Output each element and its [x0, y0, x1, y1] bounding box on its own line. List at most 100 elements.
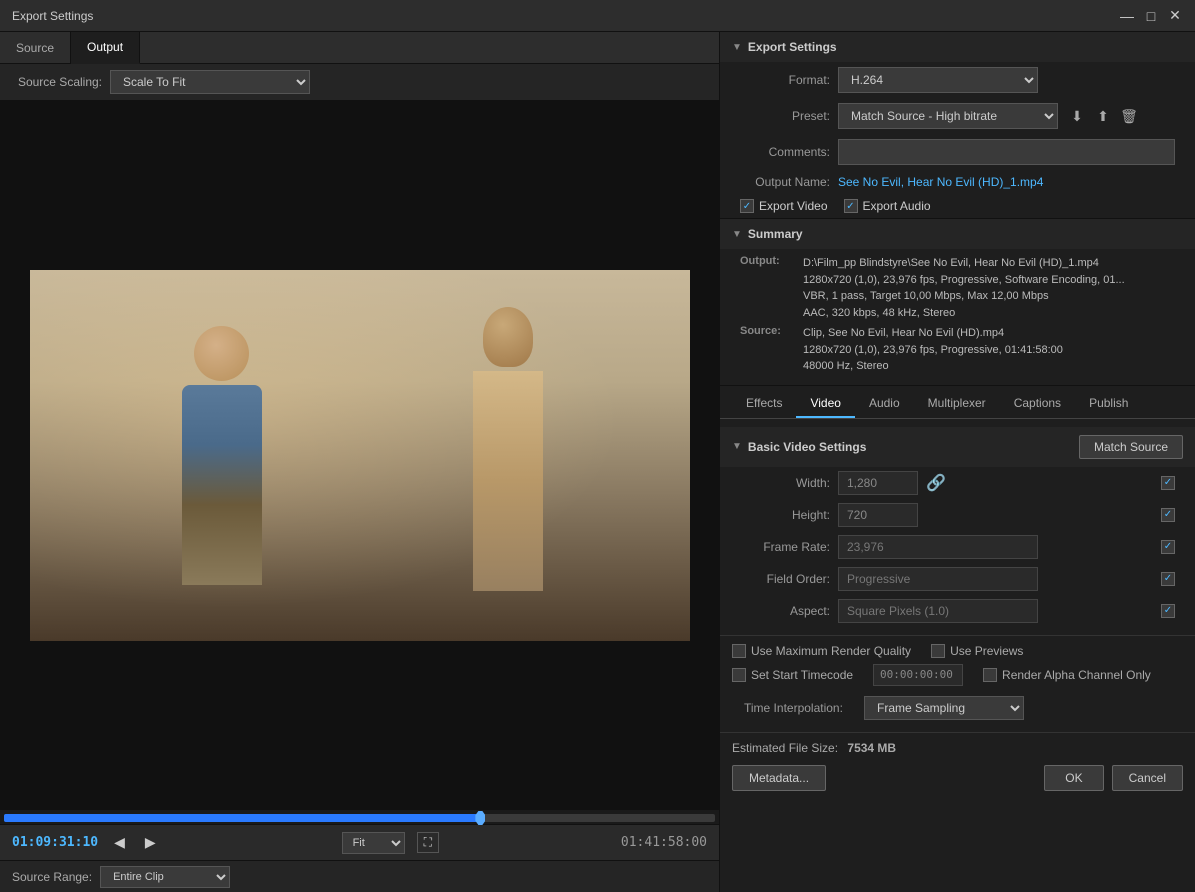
close-button[interactable]: ✕ — [1167, 8, 1183, 24]
progress-bar-container[interactable] — [0, 810, 719, 824]
metadata-button[interactable]: Metadata... — [732, 765, 826, 791]
bottom-bar: Estimated File Size: 7534 MB Metadata...… — [720, 732, 1195, 799]
set-start-timecode-item[interactable]: Set Start Timecode — [732, 668, 853, 682]
aspect-checkbox[interactable] — [1161, 604, 1175, 618]
tab-effects[interactable]: Effects — [732, 390, 796, 418]
left-panel: Source Output Source Scaling: Scale To F… — [0, 32, 720, 892]
preset-save-btn[interactable]: ⬇ — [1066, 105, 1088, 127]
output-name-label: Output Name: — [740, 175, 830, 189]
render-alpha-label: Render Alpha Channel Only — [1002, 668, 1151, 682]
export-settings-section: ▼ Export Settings Format: H.264 Preset: … — [720, 32, 1195, 219]
tab-output[interactable]: Output — [71, 32, 140, 64]
ok-button[interactable]: OK — [1044, 765, 1103, 791]
preset-delete-btn[interactable]: 🗑 — [1118, 105, 1140, 127]
source-scaling-label: Source Scaling: — [12, 75, 102, 89]
scene-overlay — [30, 270, 690, 641]
preset-import-btn[interactable]: ⬆ — [1092, 105, 1114, 127]
tab-source[interactable]: Source — [0, 32, 71, 64]
max-render-quality-checkbox[interactable] — [732, 644, 746, 658]
field-order-input[interactable] — [838, 567, 1038, 591]
collapse-arrow-summary: ▼ — [732, 229, 742, 240]
export-audio-checkbox[interactable] — [844, 199, 858, 213]
field-order-row: Field Order: — [720, 563, 1195, 595]
fit-select[interactable]: Fit25%50%75%100% — [342, 832, 405, 854]
figure-right-head — [483, 307, 533, 367]
preset-select[interactable]: Match Source - High bitrate — [838, 103, 1058, 129]
format-select[interactable]: H.264 — [838, 67, 1038, 93]
render-alpha-checkbox[interactable] — [983, 668, 997, 682]
summary-source-row: Source: Clip, See No Evil, Hear No Evil … — [740, 325, 1175, 375]
aspect-input[interactable] — [838, 599, 1038, 623]
frame-rate-checkbox[interactable] — [1161, 540, 1175, 554]
timecode-end: 01:41:58:00 — [621, 835, 707, 850]
main-layout: Source Output Source Scaling: Scale To F… — [0, 32, 1195, 892]
tab-video[interactable]: Video — [796, 390, 854, 418]
width-input[interactable] — [838, 471, 918, 495]
frame-rate-input[interactable] — [838, 535, 1038, 559]
field-order-checkbox[interactable] — [1161, 572, 1175, 586]
window-controls: — □ ✕ — [1119, 8, 1183, 24]
time-interpolation-select[interactable]: Frame Sampling Frame Blending Optical Fl… — [864, 696, 1024, 720]
preset-icons: ⬇ ⬆ 🗑 — [1066, 105, 1140, 127]
maximize-button[interactable]: □ — [1143, 8, 1159, 24]
time-interpolation-label: Time Interpolation: — [744, 701, 854, 715]
use-previews-label: Use Previews — [950, 644, 1023, 658]
export-audio-label: Export Audio — [863, 199, 931, 213]
play-forward-btn[interactable]: ▶ — [141, 832, 160, 853]
figure-right-body — [473, 371, 543, 591]
estimated-file-size-label: Estimated File Size: — [732, 741, 838, 755]
bvs-header[interactable]: ▼ Basic Video Settings Match Source — [720, 427, 1195, 467]
tabs-bar: Source Output — [0, 32, 719, 64]
frame-rate-label: Frame Rate: — [740, 540, 830, 554]
fullscreen-btn[interactable]: ⛶ — [417, 832, 439, 853]
tab-publish[interactable]: Publish — [1075, 390, 1142, 418]
set-start-timecode-label: Set Start Timecode — [751, 668, 853, 682]
summary-header[interactable]: ▼ Summary — [720, 219, 1195, 249]
aspect-label: Aspect: — [740, 604, 830, 618]
scaling-select[interactable]: Scale To Fit Change Output Size Stretch … — [110, 70, 310, 94]
figure-left-body — [182, 385, 262, 585]
export-audio-checkbox-item[interactable]: Export Audio — [844, 199, 931, 213]
width-label: Width: — [740, 476, 830, 490]
export-video-label: Export Video — [759, 199, 828, 213]
field-order-label: Field Order: — [740, 572, 830, 586]
start-timecode-input[interactable] — [873, 664, 963, 686]
video-frame — [30, 270, 690, 641]
progress-track[interactable] — [4, 814, 715, 822]
progress-fill — [4, 814, 480, 822]
figure-right — [458, 307, 558, 607]
export-video-checkbox-item[interactable]: Export Video — [740, 199, 828, 213]
bottom-options: Use Maximum Render Quality Use Previews … — [720, 635, 1195, 732]
match-source-button[interactable]: Match Source — [1079, 435, 1183, 459]
height-checkbox[interactable] — [1161, 508, 1175, 522]
collapse-arrow-bvs: ▼ — [732, 441, 742, 452]
output-name-link[interactable]: See No Evil, Hear No Evil (HD)_1.mp4 — [838, 175, 1043, 189]
minimize-button[interactable]: — — [1119, 8, 1135, 24]
comments-row: Comments: — [720, 134, 1195, 170]
comments-input[interactable] — [838, 139, 1175, 165]
controls-bar: 01:09:31:10 ◀ ▶ Fit25%50%75%100% ⛶ 01:41… — [0, 824, 719, 860]
play-back-btn[interactable]: ◀ — [110, 832, 129, 853]
cancel-button[interactable]: Cancel — [1112, 765, 1183, 791]
right-panel: ▼ Export Settings Format: H.264 Preset: … — [720, 32, 1195, 892]
link-icon: 🔗 — [926, 473, 946, 493]
height-input[interactable] — [838, 503, 918, 527]
tab-captions[interactable]: Captions — [1000, 390, 1075, 418]
export-settings-title: Export Settings — [748, 40, 837, 54]
source-range-select[interactable]: Entire Clip Work Area In to Out — [100, 866, 230, 888]
tab-audio[interactable]: Audio — [855, 390, 914, 418]
set-start-timecode-checkbox[interactable] — [732, 668, 746, 682]
tab-multiplexer[interactable]: Multiplexer — [914, 390, 1000, 418]
render-alpha-item[interactable]: Render Alpha Channel Only — [983, 668, 1151, 682]
summary-section: ▼ Summary Output: D:\Film_pp Blindstyre\… — [720, 219, 1195, 386]
export-checkboxes-row: Export Video Export Audio — [720, 194, 1195, 218]
basic-video-settings-section: ▼ Basic Video Settings Match Source Widt… — [720, 419, 1195, 635]
export-video-checkbox[interactable] — [740, 199, 754, 213]
max-render-quality-item[interactable]: Use Maximum Render Quality — [732, 644, 911, 658]
use-previews-checkbox[interactable] — [931, 644, 945, 658]
output-name-row: Output Name: See No Evil, Hear No Evil (… — [720, 170, 1195, 194]
export-settings-header[interactable]: ▼ Export Settings — [720, 32, 1195, 62]
use-previews-item[interactable]: Use Previews — [931, 644, 1023, 658]
width-checkbox[interactable] — [1161, 476, 1175, 490]
bottom-row-2: Set Start Timecode Render Alpha Channel … — [732, 664, 1183, 686]
